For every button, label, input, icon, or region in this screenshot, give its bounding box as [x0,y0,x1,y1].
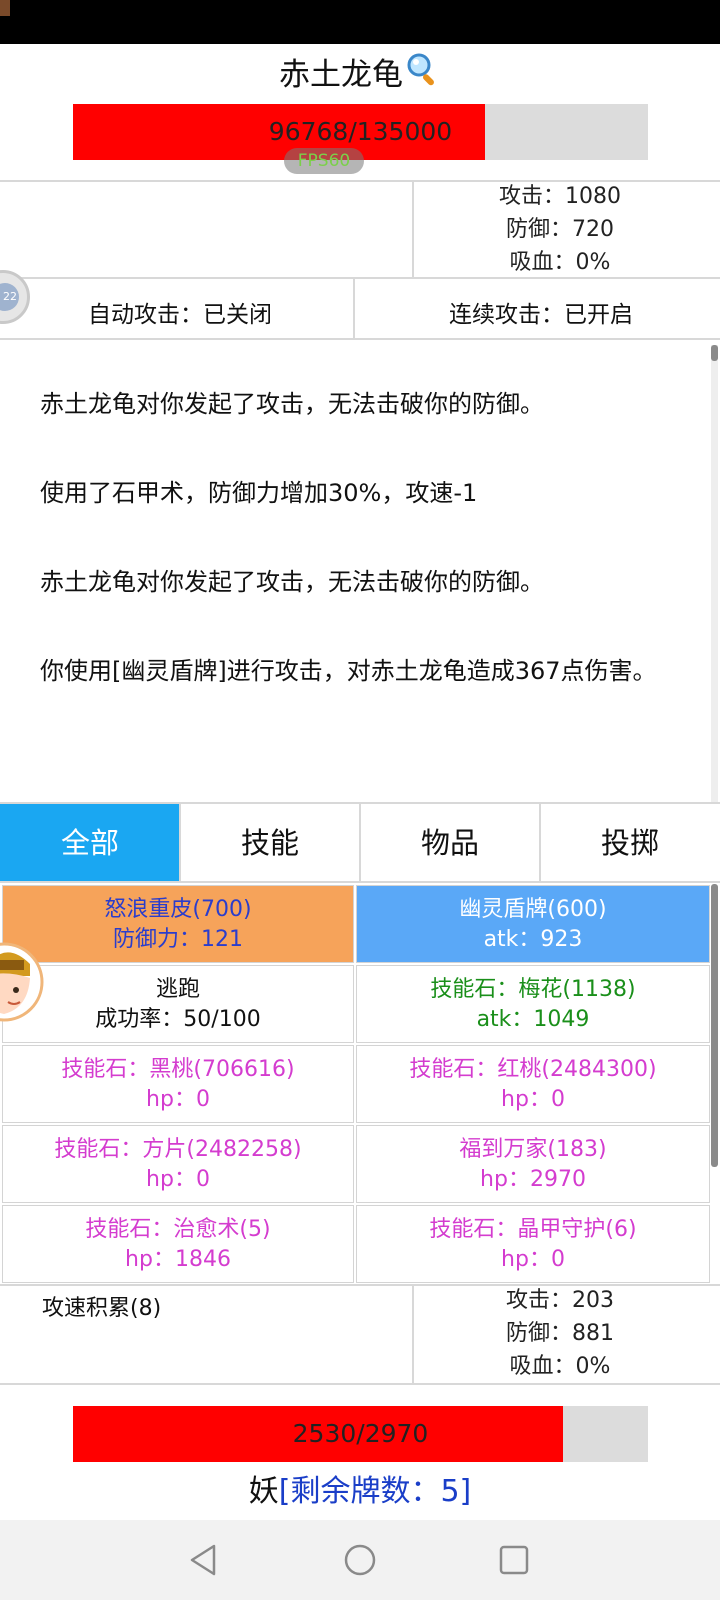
character-avatar[interactable] [0,930,48,1026]
deck-prefix: 妖 [248,1474,279,1509]
card-grid-scrollbar[interactable] [711,884,718,1167]
auto-attack-toggle[interactable]: 自动攻击：已关闭 [0,286,360,344]
divider [539,804,541,882]
card-skillstone-crystal-guard[interactable]: 技能石：晶甲守护(6) hp：0 [356,1205,710,1283]
card-name: 怒浪重皮(700) [104,897,252,922]
system-nav-bar [0,1520,720,1600]
status-bar [0,0,720,44]
tab-skills[interactable]: 技能 [180,804,360,882]
magnifier-icon[interactable] [405,51,441,102]
divider [179,804,181,882]
card-stat: 成功率：50/100 [95,1007,261,1032]
divider [0,338,720,340]
card-stat: hp：0 [146,1087,210,1112]
card-name: 幽灵盾牌(600) [459,897,607,922]
battle-log[interactable]: 赤土龙龟对你发起了攻击，无法击破你的防御。 使用了石甲术，防御力增加30%，攻速… [0,348,712,802]
log-entry: 赤土龙龟对你发起了攻击，无法击破你的防御。 [40,568,544,596]
card-name: 技能石：红桃(2484300) [409,1057,657,1082]
enemy-stats: 攻击：1080 防御：720 吸血：0% [420,180,700,279]
card-stat: hp：0 [501,1087,565,1112]
divider [412,1285,414,1383]
divider [0,277,720,279]
remaining-cards[interactable]: [剩余牌数：5] [279,1474,472,1509]
card-stat: atk：923 [483,927,583,952]
card-name: 技能石：梅花(1138) [430,977,636,1002]
status-bar-notch [0,0,10,16]
card-name: 技能石：晶甲守护(6) [429,1217,637,1242]
tab-all[interactable]: 全部 [0,804,180,882]
enemy-name-row: 赤土龙龟 [0,50,720,100]
player-hp-text: 2530/2970 [292,1419,429,1448]
enemy-defense-stat: 防御：720 [506,217,614,242]
continuous-attack-toggle[interactable]: 连续攻击：已开启 [362,286,720,344]
player-stats: 攻击：203 防御：881 吸血：0% [420,1284,700,1383]
log-entry: 你使用[幽灵盾牌]进行攻击，对赤土龙龟造成367点伤害。 [40,657,657,685]
recent-apps-icon[interactable] [496,1542,532,1578]
log-entry: 使用了石甲术，防御力增加30%，攻速-1 [40,479,478,507]
card-stat: hp：0 [501,1247,565,1272]
log-scrollbar[interactable] [711,345,718,361]
divider [0,1383,720,1385]
log-entry: 赤土龙龟对你发起了攻击，无法击破你的防御。 [40,390,544,418]
card-stat: hp：0 [146,1167,210,1192]
card-nulang-zhongpi[interactable]: 怒浪重皮(700) 防御力：121 [2,885,354,963]
deck-info: 妖[剩余牌数：5] [0,1470,720,1514]
fps-indicator: FPS60 [284,148,364,174]
card-skillstone-heal[interactable]: 技能石：治愈术(5) hp：1846 [2,1205,354,1283]
enemy-attack-stat: 攻击：1080 [499,184,621,209]
card-name: 技能石：治愈术(5) [85,1217,271,1242]
divider [0,881,720,883]
card-skillstone-diamond[interactable]: 技能石：方片(2482258) hp：0 [2,1125,354,1203]
card-stat: hp：1846 [125,1247,231,1272]
card-stat: atk：1049 [476,1007,590,1032]
divider [412,181,414,277]
floating-avatar-badge: 22 [0,283,19,311]
back-icon[interactable] [186,1542,222,1578]
divider [353,278,355,338]
enemy-lifesteal-stat: 吸血：0% [509,250,611,275]
card-stat: hp：2970 [480,1167,586,1192]
player-buff: 攻速积累(8) [42,1296,162,1321]
card-skillstone-spade[interactable]: 技能石：黑桃(706616) hp：0 [2,1045,354,1123]
card-youling-dunpai[interactable]: 幽灵盾牌(600) atk：923 [356,885,710,963]
player-defense-stat: 防御：881 [506,1321,614,1346]
log-scroll-track[interactable] [711,345,718,803]
card-name: 逃跑 [155,977,200,1002]
divider [359,804,361,882]
enemy-name: 赤土龙龟 [279,57,403,93]
player-lifesteal-stat: 吸血：0% [509,1354,611,1379]
tab-throw[interactable]: 投掷 [540,804,720,882]
card-flee[interactable]: 逃跑 成功率：50/100 [2,965,354,1043]
card-fudao-wanjia[interactable]: 福到万家(183) hp：2970 [356,1125,710,1203]
card-skillstone-club[interactable]: 技能石：梅花(1138) atk：1049 [356,965,710,1043]
card-stat: 防御力：121 [113,927,243,952]
card-name: 福到万家(183) [459,1137,607,1162]
home-icon[interactable] [342,1542,378,1578]
card-name: 技能石：黑桃(706616) [61,1057,295,1082]
card-skillstone-heart[interactable]: 技能石：红桃(2484300) hp：0 [356,1045,710,1123]
tab-items[interactable]: 物品 [360,804,540,882]
card-name: 技能石：方片(2482258) [54,1137,302,1162]
player-hp-bar: 2530/2970 [73,1406,648,1462]
player-attack-stat: 攻击：203 [506,1288,614,1313]
